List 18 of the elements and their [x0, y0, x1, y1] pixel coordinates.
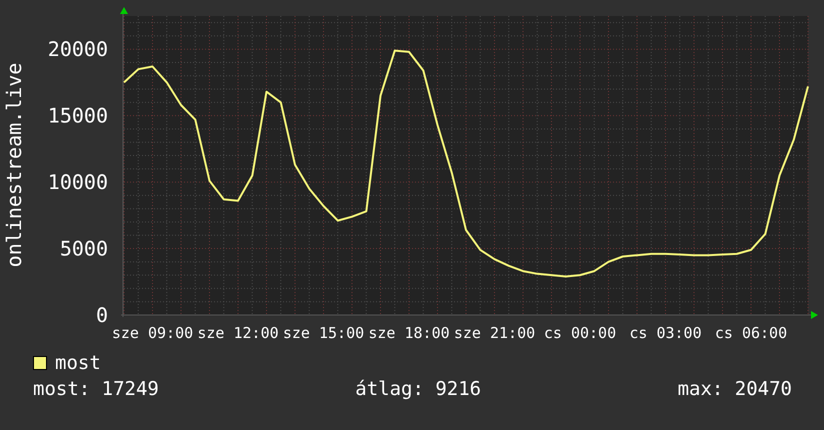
- y-tick-label: 20000: [48, 37, 108, 62]
- x-tick-label: sze 18:00: [368, 324, 450, 342]
- x-tick-label: cs 06:00: [714, 324, 788, 342]
- y-axis-title: onlinestream.live: [2, 62, 26, 268]
- x-tick-label: cs 03:00: [629, 324, 702, 342]
- x-tick-label: sze 09:00: [112, 324, 194, 342]
- y-tick-label: 15000: [48, 104, 108, 128]
- x-tick-label: cs 00:00: [544, 324, 616, 342]
- x-tick-label: sze 15:00: [282, 324, 364, 342]
- stat-text: most: 17249: [33, 377, 159, 402]
- stat-text: átlag: 9216: [355, 377, 482, 402]
- y-tick-label: 10000: [48, 170, 108, 194]
- legend-label: most: [55, 351, 101, 375]
- y-tick-label: 0: [96, 303, 108, 327]
- y-tick-label: 5000: [60, 236, 108, 261]
- x-tick-label: sze 21:00: [454, 324, 536, 342]
- x-tick-label: sze 12:00: [197, 324, 279, 342]
- stat-text: max: 20470: [678, 377, 792, 402]
